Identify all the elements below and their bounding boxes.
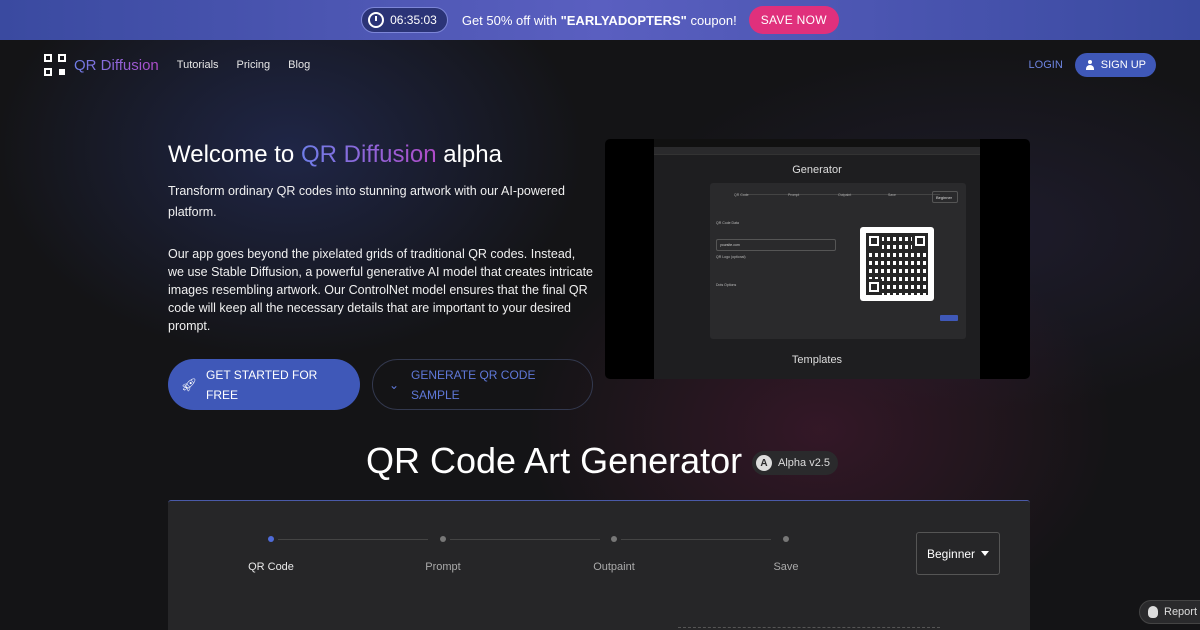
- nav-link-tutorials[interactable]: Tutorials: [177, 59, 219, 71]
- countdown-timer: 06:35:03: [361, 7, 448, 33]
- demo-level-select: Beginner: [932, 191, 958, 203]
- demo-step: Prompt: [788, 193, 800, 197]
- promo-text-suffix: coupon!: [686, 12, 737, 28]
- hero-title-suffix: alpha: [436, 141, 502, 168]
- version-label: Alpha v2.5: [778, 457, 830, 469]
- demo-url-input: yoursite.com: [716, 239, 836, 251]
- step-label-qr-code[interactable]: QR Code: [231, 561, 311, 573]
- signup-button[interactable]: SIGN UP: [1074, 53, 1156, 77]
- demo-video[interactable]: Generator QR Code Prompt Outpaint Save B…: [605, 139, 1030, 379]
- signup-label: SIGN UP: [1100, 59, 1146, 71]
- demo-templates-heading: Templates: [791, 354, 843, 366]
- rocket-icon: 🚀︎: [180, 376, 198, 392]
- demo-step: Outpaint: [838, 193, 852, 197]
- demo-next-button: [940, 315, 958, 321]
- coupon-code: "EARLYADOPTERS": [560, 12, 687, 28]
- report-label: Report B: [1164, 606, 1200, 618]
- nav-link-blog[interactable]: Blog: [288, 59, 310, 71]
- top-navigation: QR Diffusion Tutorials Pricing Blog LOGI…: [0, 40, 1200, 90]
- alpha-icon: A: [756, 455, 772, 471]
- hero-title: Welcome to QR Diffusion alpha: [168, 141, 502, 169]
- hero-intro: Transform ordinary QR codes into stunnin…: [168, 184, 565, 219]
- hero-title-prefix: Welcome to: [168, 141, 301, 168]
- caret-down-icon: [981, 551, 990, 556]
- nav-links: Tutorials Pricing Blog: [177, 59, 310, 71]
- bug-icon: [1148, 606, 1158, 618]
- qr-preview-frame: [678, 627, 940, 628]
- stepper-line: [278, 539, 428, 540]
- promo-banner: 06:35:03 Get 50% off with "EARLYADOPTERS…: [0, 0, 1200, 40]
- demo-style-label: Dots Options: [716, 283, 737, 287]
- step-dot-save[interactable]: [783, 536, 789, 542]
- generator-panel: QR Code Prompt Outpaint Save Beginner: [168, 500, 1030, 630]
- generate-sample-label: GENERATE QR CODE SAMPLE: [411, 367, 536, 402]
- brand-name[interactable]: QR Diffusion: [74, 57, 159, 74]
- stepper-line: [450, 539, 600, 540]
- demo-qr-label: QR Code Data: [716, 221, 739, 225]
- promo-text-prefix: Get 50% off with: [461, 12, 561, 28]
- nav-auth: LOGIN SIGN UP: [1029, 53, 1156, 77]
- user-icon: [1085, 60, 1095, 70]
- generate-sample-button[interactable]: ⌄ GENERATE QR CODE SAMPLE: [372, 359, 593, 410]
- double-chevron-down-icon: ⌄: [388, 377, 400, 392]
- generator-title: QR Code Art Generator: [366, 440, 743, 481]
- login-link[interactable]: LOGIN: [1029, 59, 1063, 71]
- demo-logo-label: QR Logo (optional): [716, 255, 746, 259]
- level-select-value: Beginner: [927, 546, 976, 561]
- step-label-save[interactable]: Save: [746, 561, 826, 573]
- step-dot-prompt[interactable]: [440, 536, 446, 542]
- demo-step: Save: [888, 193, 896, 197]
- demo-generator-title: Generator: [792, 164, 842, 176]
- get-started-button[interactable]: 🚀︎ GET STARTED FOR FREE: [168, 359, 360, 410]
- demo-step: QR Code: [734, 193, 749, 197]
- save-now-button[interactable]: SAVE NOW: [748, 6, 839, 34]
- countdown-value: 06:35:03: [390, 13, 437, 27]
- hero-title-brand: QR Diffusion: [300, 141, 437, 168]
- step-label-prompt[interactable]: Prompt: [403, 561, 483, 573]
- clock-icon: [368, 12, 385, 28]
- step-dot-qr-code[interactable]: [268, 536, 274, 542]
- stepper-line: [621, 539, 771, 540]
- step-label-outpaint[interactable]: Outpaint: [574, 561, 654, 573]
- report-bug-button[interactable]: Report B: [1139, 600, 1200, 624]
- nav-link-pricing[interactable]: Pricing: [237, 59, 271, 71]
- get-started-label: GET STARTED FOR FREE: [206, 367, 318, 402]
- qr-logo-icon[interactable]: [44, 54, 66, 76]
- browser-tabbar: [654, 139, 980, 147]
- demo-screenshot: Generator QR Code Prompt Outpaint Save B…: [654, 139, 980, 379]
- level-select[interactable]: Beginner: [916, 532, 1000, 575]
- step-dot-outpaint[interactable]: [611, 536, 617, 542]
- promo-text: Get 50% off with "EARLYADOPTERS" coupon!: [462, 13, 737, 28]
- version-badge: A Alpha v2.5: [752, 451, 838, 475]
- demo-qr-code: [860, 227, 934, 301]
- browser-urlbar: [654, 147, 980, 155]
- hero-description: Our app goes beyond the pixelated grids …: [168, 247, 594, 333]
